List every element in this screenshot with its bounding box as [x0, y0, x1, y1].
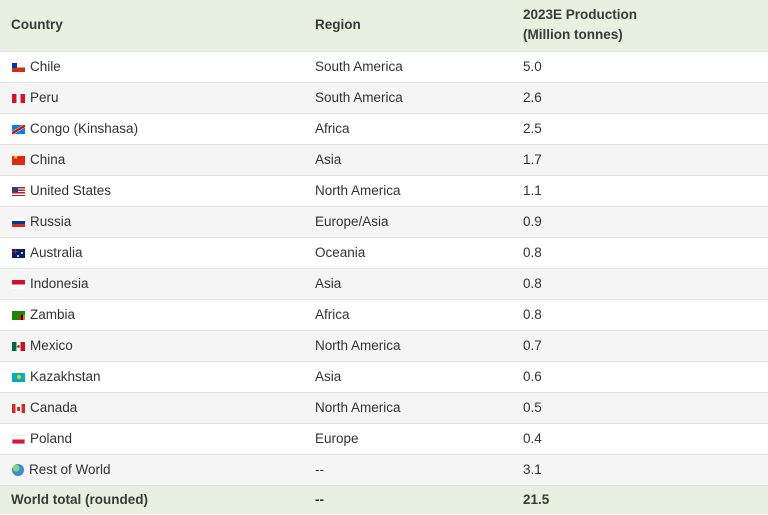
country-cell: Australia [0, 236, 315, 268]
region-cell: -- [315, 453, 523, 485]
production-cell: 3.1 [523, 453, 768, 485]
china-flag-icon [12, 156, 25, 165]
country-cell: Zambia [0, 298, 315, 330]
table-row: Congo (Kinshasa) Africa 2.5 [0, 112, 768, 144]
globe-icon [12, 464, 24, 476]
table-row: Zambia Africa 0.8 [0, 298, 768, 330]
kazakhstan-flag-icon [12, 373, 25, 382]
production-cell: 1.1 [523, 174, 768, 206]
us-flag-icon [12, 187, 25, 196]
region-cell: Africa [315, 298, 523, 330]
canada-flag-icon [12, 404, 25, 413]
australia-flag-icon [12, 249, 25, 258]
country-cell: Rest of World [0, 453, 315, 485]
country-cell: Poland [0, 422, 315, 454]
country-cell: Indonesia [0, 267, 315, 299]
mexico-flag-icon [12, 342, 25, 351]
production-cell: 0.5 [523, 391, 768, 423]
production-cell: 2.6 [523, 81, 768, 113]
total-label: World total (rounded) [0, 484, 315, 514]
production-cell: 5.0 [523, 50, 768, 82]
country-name: Russia [30, 214, 72, 229]
region-cell: Africa [315, 112, 523, 144]
country-name: Chile [30, 59, 61, 74]
country-name: Congo (Kinshasa) [30, 121, 139, 136]
table-row: Russia Europe/Asia 0.9 [0, 205, 768, 237]
table-row: Indonesia Asia 0.8 [0, 267, 768, 299]
country-cell: Russia [0, 205, 315, 237]
congo-flag-icon [12, 125, 25, 134]
region-cell: South America [315, 50, 523, 82]
table-row: Rest of World -- 3.1 [0, 453, 768, 485]
production-cell: 0.8 [523, 267, 768, 299]
country-name: Peru [30, 90, 59, 105]
region-cell: Asia [315, 267, 523, 299]
poland-flag-icon [12, 435, 25, 444]
region-cell: South America [315, 81, 523, 113]
country-cell: Chile [0, 50, 315, 82]
country-name: Poland [30, 431, 73, 446]
table-row: Chile South America 5.0 [0, 50, 768, 82]
production-column-header: 2023E Production (Million tonnes) [523, 0, 768, 51]
country-column-header: Country [11, 17, 63, 33]
table-header-row: Country Region 2023E Production (Million… [0, 0, 768, 51]
country-name: United States [30, 183, 112, 198]
region-cell: Asia [315, 143, 523, 175]
zambia-flag-icon [12, 311, 25, 320]
table-row: Kazakhstan Asia 0.6 [0, 360, 768, 392]
russia-flag-icon [12, 218, 25, 227]
region-cell: North America [315, 174, 523, 206]
table-row: Peru South America 2.6 [0, 81, 768, 113]
production-cell: 0.7 [523, 329, 768, 361]
country-name: Zambia [30, 307, 76, 322]
country-name: Canada [30, 400, 78, 415]
table-row: China Asia 1.7 [0, 143, 768, 175]
country-cell: Peru [0, 81, 315, 113]
country-cell: Kazakhstan [0, 360, 315, 392]
total-production: 21.5 [523, 484, 768, 514]
region-cell: Europe [315, 422, 523, 454]
table-row: Australia Oceania 0.8 [0, 236, 768, 268]
production-header-line1: 2023E Production [523, 7, 638, 23]
region-cell: North America [315, 391, 523, 423]
country-name: Mexico [30, 338, 73, 353]
country-name: China [30, 152, 66, 167]
region-cell: Asia [315, 360, 523, 392]
total-row: World total (rounded) -- 21.5 [0, 484, 768, 514]
region-cell: Europe/Asia [315, 205, 523, 237]
production-cell: 1.7 [523, 143, 768, 175]
table-row: United States North America 1.1 [0, 174, 768, 206]
country-cell: Congo (Kinshasa) [0, 112, 315, 144]
country-cell: Mexico [0, 329, 315, 361]
production-cell: 0.8 [523, 236, 768, 268]
production-cell: 0.8 [523, 298, 768, 330]
total-region: -- [315, 484, 523, 514]
copper-production-table: Country Region 2023E Production (Million… [0, 0, 768, 514]
country-cell: Canada [0, 391, 315, 423]
table-row: Poland Europe 0.4 [0, 422, 768, 454]
table-row: Mexico North America 0.7 [0, 329, 768, 361]
region-column-header: Region [315, 17, 361, 33]
production-header-line2: (Million tonnes) [523, 27, 623, 43]
production-cell: 0.6 [523, 360, 768, 392]
production-cell: 2.5 [523, 112, 768, 144]
region-cell: North America [315, 329, 523, 361]
region-cell: Oceania [315, 236, 523, 268]
table-row: Canada North America 0.5 [0, 391, 768, 423]
production-cell: 0.4 [523, 422, 768, 454]
country-name: Rest of World [29, 462, 111, 477]
peru-flag-icon [12, 94, 25, 103]
chile-flag-icon [12, 63, 25, 72]
country-cell: China [0, 143, 315, 175]
country-name: Kazakhstan [30, 369, 101, 384]
indonesia-flag-icon [12, 280, 25, 289]
country-cell: United States [0, 174, 315, 206]
country-name: Indonesia [30, 276, 89, 291]
country-name: Australia [30, 245, 83, 260]
production-cell: 0.9 [523, 205, 768, 237]
